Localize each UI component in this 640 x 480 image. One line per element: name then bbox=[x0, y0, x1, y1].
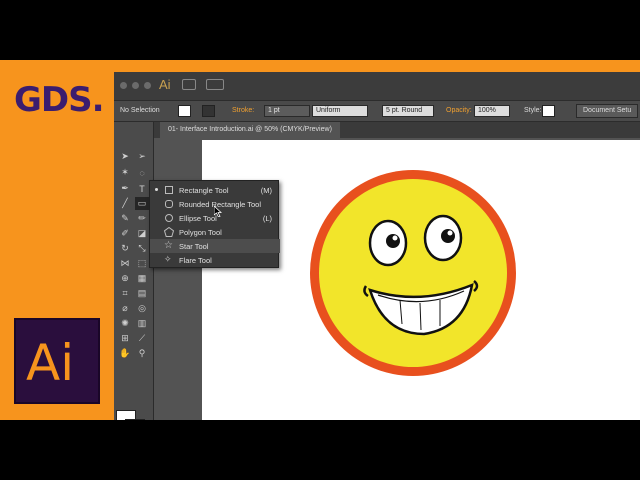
flyout-label: Rectangle Tool bbox=[179, 186, 229, 195]
eraser-tool-icon[interactable]: ◪ bbox=[135, 227, 149, 240]
slice-tool-icon[interactable]: ⟋ bbox=[135, 332, 149, 345]
opacity-label[interactable]: Opacity: bbox=[446, 107, 472, 114]
pencil-tool-icon[interactable]: ✏ bbox=[135, 212, 149, 225]
document-tab[interactable]: 01- Interface Introduction.ai @ 50% (CMY… bbox=[160, 122, 340, 138]
stroke-weight-field[interactable]: 1 pt bbox=[264, 105, 310, 117]
flyout-shortcut: (M) bbox=[260, 186, 272, 195]
ellipse-icon bbox=[165, 214, 173, 222]
star-icon: ☆ bbox=[164, 240, 173, 251]
column-graph-tool-icon[interactable]: ▥ bbox=[135, 317, 149, 330]
flyout-shortcut: (L) bbox=[262, 214, 272, 223]
smiley-left-eye bbox=[368, 219, 408, 267]
opacity-field[interactable]: 100% bbox=[474, 105, 510, 117]
scale-tool-icon[interactable]: ⤡ bbox=[135, 242, 149, 255]
flyout-label: Flare Tool bbox=[179, 256, 212, 265]
minimize-window-button[interactable] bbox=[132, 82, 139, 89]
rectangle-tool-icon[interactable]: ▭ bbox=[135, 197, 149, 210]
blob-brush-tool-icon[interactable]: ✐ bbox=[118, 227, 132, 240]
direct-selection-tool-icon[interactable]: ➢ bbox=[135, 150, 149, 163]
lasso-tool-icon[interactable]: ◌ bbox=[135, 166, 149, 179]
zoom-tool-icon[interactable]: ⚲ bbox=[135, 347, 149, 360]
stroke-swatch[interactable] bbox=[202, 105, 215, 117]
mouse-cursor-icon bbox=[214, 206, 222, 217]
selected-indicator bbox=[155, 188, 158, 191]
flyout-item-rectangle[interactable]: Rectangle Tool (M) bbox=[150, 183, 280, 197]
magic-wand-tool-icon[interactable]: ✶ bbox=[118, 166, 132, 179]
brush-definition-select[interactable]: 5 pt. Round bbox=[382, 105, 434, 117]
zoom-window-button[interactable] bbox=[144, 82, 151, 89]
style-label: Style: bbox=[524, 107, 542, 114]
free-transform-tool-icon[interactable]: ⬚ bbox=[135, 257, 149, 270]
bridge-icon[interactable] bbox=[182, 79, 196, 90]
pen-tool-icon[interactable]: ✒ bbox=[118, 182, 132, 195]
illustrator-logo-text: Ai bbox=[26, 334, 75, 392]
flare-icon: ✧ bbox=[164, 254, 172, 264]
rounded-rectangle-icon bbox=[165, 200, 173, 208]
control-bar: No Selection Stroke: 1 pt Uniform 5 pt. … bbox=[114, 100, 640, 122]
shape-tools-flyout: Rectangle Tool (M) Rounded Rectangle Too… bbox=[149, 180, 280, 268]
app-label: Ai bbox=[159, 77, 171, 92]
close-window-button[interactable] bbox=[120, 82, 127, 89]
type-tool-icon[interactable]: T bbox=[135, 182, 149, 195]
flyout-label: Star Tool bbox=[179, 242, 209, 251]
stroke-label[interactable]: Stroke: bbox=[232, 107, 254, 114]
flyout-item-star[interactable]: ☆ Star Tool bbox=[150, 239, 280, 253]
variable-width-profile-select[interactable]: Uniform bbox=[312, 105, 368, 117]
flyout-label: Ellipse Tool bbox=[179, 214, 217, 223]
symbol-sprayer-tool-icon[interactable]: ✺ bbox=[118, 317, 132, 330]
paintbrush-tool-icon[interactable]: ✎ bbox=[118, 212, 132, 225]
document-tab-bar: 01- Interface Introduction.ai @ 50% (CMY… bbox=[154, 122, 640, 138]
gds-logo: GDS. bbox=[14, 80, 105, 120]
letterbox-bottom bbox=[0, 420, 640, 480]
perspective-grid-tool-icon[interactable]: ▦ bbox=[135, 272, 149, 285]
document-setup-button[interactable]: Document Setu bbox=[576, 104, 639, 118]
selection-tool-icon[interactable]: ➤ bbox=[118, 150, 132, 163]
smiley-right-eye bbox=[423, 214, 463, 262]
eyedropper-tool-icon[interactable]: ⌀ bbox=[118, 302, 132, 315]
illustrator-logo-badge: Ai bbox=[14, 318, 100, 404]
blend-tool-icon[interactable]: ◎ bbox=[135, 302, 149, 315]
letterbox-top bbox=[0, 0, 640, 60]
polygon-icon bbox=[163, 226, 175, 237]
gradient-tool-icon[interactable]: ▤ bbox=[135, 287, 149, 300]
line-tool-icon[interactable]: ╱ bbox=[118, 197, 132, 210]
mesh-tool-icon[interactable]: ⌗ bbox=[118, 287, 132, 300]
rectangle-icon bbox=[165, 186, 173, 194]
flyout-label: Polygon Tool bbox=[179, 228, 222, 237]
tools-panel: ➤ ➢ ✶ ◌ ✒ T ╱ ▭ ✎ ✏ ✐ ◪ ↻ ⤡ ⋈ ⬚ ⊕ ▦ ⌗ ▤ … bbox=[114, 122, 154, 420]
artboard-tool-icon[interactable]: ⊞ bbox=[118, 332, 132, 345]
flyout-item-polygon[interactable]: Polygon Tool bbox=[150, 225, 280, 239]
hand-tool-icon[interactable]: ✋ bbox=[118, 347, 132, 360]
rotate-tool-icon[interactable]: ↻ bbox=[118, 242, 132, 255]
smiley-face bbox=[319, 179, 507, 367]
graphic-style-swatch[interactable] bbox=[542, 105, 555, 117]
illustrator-window: Ai No Selection Stroke: 1 pt Uniform 5 p… bbox=[114, 72, 640, 420]
flyout-item-flare[interactable]: ✧ Flare Tool bbox=[150, 253, 280, 267]
fill-color-box[interactable] bbox=[116, 410, 136, 420]
selection-status: No Selection bbox=[120, 107, 160, 114]
title-bar: Ai bbox=[114, 72, 640, 100]
arrange-documents-icon[interactable] bbox=[206, 79, 224, 90]
video-frame: GDS. Ai Ai No Selection Stroke: 1 pt Uni… bbox=[0, 60, 640, 420]
shape-builder-tool-icon[interactable]: ⊕ bbox=[118, 272, 132, 285]
width-tool-icon[interactable]: ⋈ bbox=[118, 257, 132, 270]
fill-swatch[interactable] bbox=[178, 105, 191, 117]
